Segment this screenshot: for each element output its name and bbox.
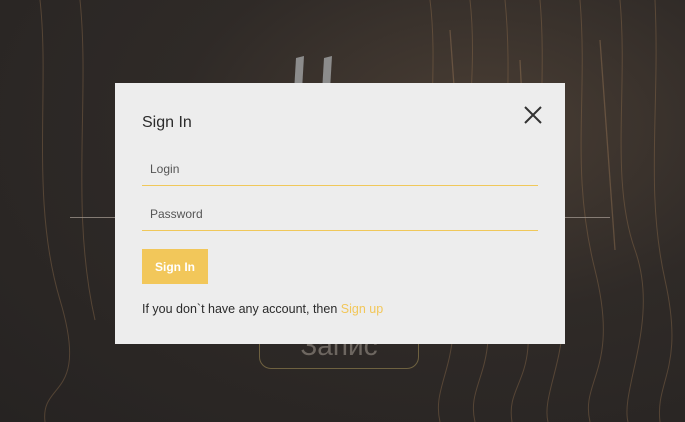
signup-prompt-text: If you don`t have any account, then xyxy=(142,302,341,316)
modal-title: Sign In xyxy=(142,114,192,131)
login-input[interactable] xyxy=(142,152,538,186)
password-input[interactable] xyxy=(142,197,538,231)
signup-prompt: If you don`t have any account, then Sign… xyxy=(142,302,383,316)
signup-link[interactable]: Sign up xyxy=(341,302,383,316)
close-icon[interactable] xyxy=(522,104,544,126)
signin-button[interactable]: Sign In xyxy=(142,249,208,284)
signin-modal: Sign In Sign In If you don`t have any ac… xyxy=(115,83,565,344)
page: Запис Sign In Sign In If you don`t have … xyxy=(0,0,685,422)
